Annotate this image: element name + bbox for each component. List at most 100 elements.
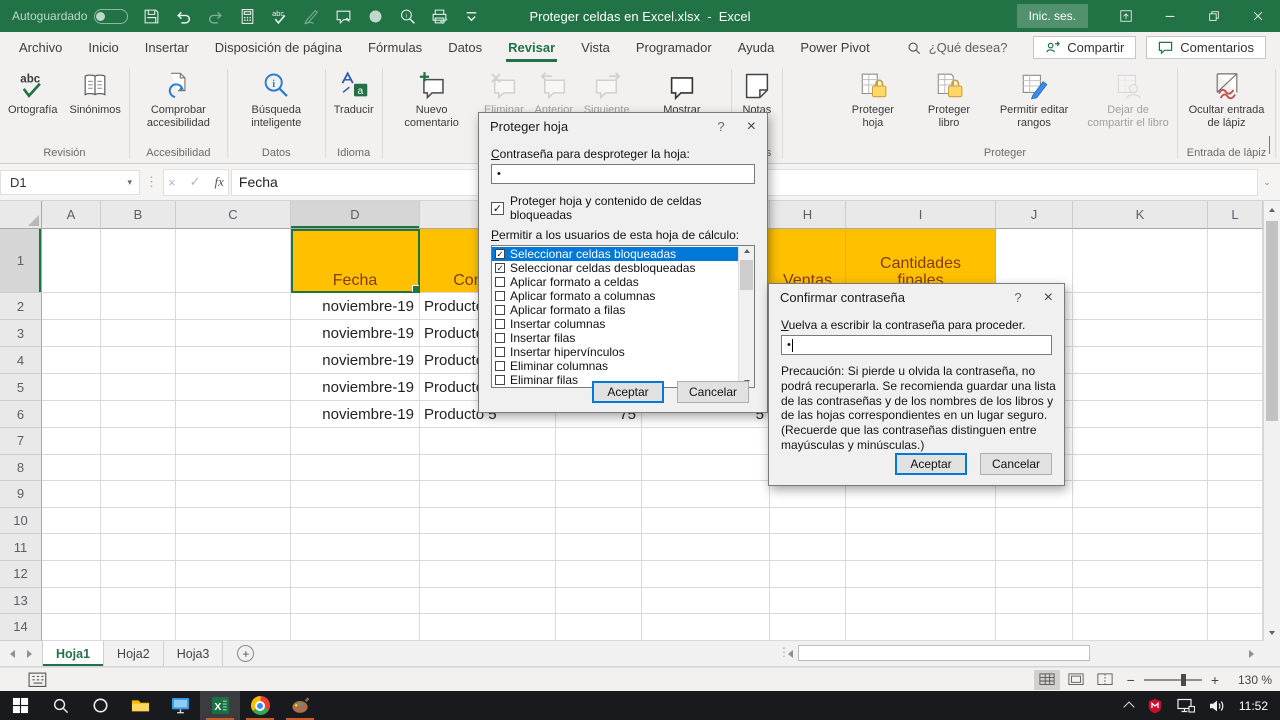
cell-e14[interactable]	[420, 614, 556, 641]
cell-f8[interactable]	[556, 455, 642, 482]
cell-d7[interactable]	[291, 428, 420, 455]
comment-cursor-icon[interactable]	[335, 8, 352, 25]
cell-c9[interactable]	[176, 481, 291, 508]
checkbox-unchecked-icon[interactable]	[495, 375, 505, 385]
cell-j14[interactable]	[996, 614, 1073, 641]
password-input[interactable]: •	[491, 164, 755, 184]
anterior-button[interactable]: Anterior	[529, 68, 578, 117]
cell-k9[interactable]	[1073, 481, 1208, 508]
record-circle-icon[interactable]	[367, 8, 384, 25]
cell-e9[interactable]	[420, 481, 556, 508]
cell-d12[interactable]	[291, 561, 420, 588]
cell-a3[interactable]	[42, 320, 101, 347]
cell-l14[interactable]	[1208, 614, 1263, 641]
list-scroll-up-icon[interactable]	[739, 249, 754, 253]
tab-programador[interactable]: Programador	[623, 34, 725, 62]
row-header-9[interactable]: 9	[0, 481, 42, 508]
row-header-1[interactable]: 1	[0, 229, 42, 293]
cell-k4[interactable]	[1073, 347, 1208, 374]
cell-l2[interactable]	[1208, 293, 1263, 320]
cell-a4[interactable]	[42, 347, 101, 374]
row-header-7[interactable]: 7	[0, 428, 42, 455]
row-header-6[interactable]: 6	[0, 401, 42, 428]
permitir-editar-rangos-button[interactable]: Permitir editar rangos	[987, 68, 1081, 130]
checkbox-checked-icon[interactable]: ✓	[495, 249, 505, 259]
help-icon[interactable]: ?	[1014, 290, 1021, 305]
cell-g9[interactable]	[642, 481, 770, 508]
scroll-down-icon[interactable]	[1264, 624, 1280, 641]
permission-option-aplicar-formato-a-filas[interactable]: Aplicar formato a filas	[492, 303, 738, 317]
cell-a8[interactable]	[42, 455, 101, 482]
cell-d1[interactable]: Fecha	[291, 229, 420, 293]
undo-icon[interactable]	[175, 8, 192, 25]
cell-g13[interactable]	[642, 588, 770, 615]
permission-option-insertar-filas[interactable]: Insertar filas	[492, 331, 738, 345]
permission-option-insertar-hipervinculos[interactable]: Insertar hipervínculos	[492, 345, 738, 359]
column-header-j[interactable]: J	[996, 201, 1073, 229]
cell-j11[interactable]	[996, 534, 1073, 561]
cell-a7[interactable]	[42, 428, 101, 455]
column-header-a[interactable]: A	[42, 201, 101, 229]
cell-c11[interactable]	[176, 534, 291, 561]
tab-inicio[interactable]: Inicio	[75, 34, 131, 62]
permission-option-insertar-columnas[interactable]: Insertar columnas	[492, 317, 738, 331]
cell-k7[interactable]	[1073, 428, 1208, 455]
cell-l11[interactable]	[1208, 534, 1263, 561]
dialog-title-bar[interactable]: Confirmar contraseña ? ×	[769, 284, 1064, 311]
cell-d10[interactable]	[291, 508, 420, 535]
permission-option-aplicar-formato-a-columnas[interactable]: Aplicar formato a columnas	[492, 289, 738, 303]
cell-d3[interactable]: noviembre-19	[291, 320, 420, 347]
cell-g8[interactable]	[642, 455, 770, 482]
cell-d5[interactable]: noviembre-19	[291, 374, 420, 401]
next-sheet-icon[interactable]	[27, 650, 32, 658]
cell-d8[interactable]	[291, 455, 420, 482]
cancel-entry-icon[interactable]: ×	[168, 175, 176, 190]
cell-d9[interactable]	[291, 481, 420, 508]
vertical-scrollbar[interactable]	[1263, 201, 1280, 641]
cell-e12[interactable]	[420, 561, 556, 588]
cell-f9[interactable]	[556, 481, 642, 508]
cell-b6[interactable]	[101, 401, 176, 428]
customize-qat-icon[interactable]	[463, 8, 480, 25]
cell-k10[interactable]	[1073, 508, 1208, 535]
row-header-8[interactable]: 8	[0, 455, 42, 482]
minimize-icon[interactable]	[1148, 0, 1192, 32]
comprobar-accesibilidad-button[interactable]: Comprobar accesibilidad	[132, 68, 225, 130]
horizontal-scroll-thumb[interactable]	[798, 645, 1090, 661]
cell-k3[interactable]	[1073, 320, 1208, 347]
nuevo-comentario-button[interactable]: Nuevo comentario	[385, 68, 479, 130]
zoom-level[interactable]: 130 %	[1228, 673, 1272, 687]
row-header-2[interactable]: 2	[0, 293, 42, 320]
cell-h10[interactable]	[770, 508, 846, 535]
tab-ayuda[interactable]: Ayuda	[725, 34, 788, 62]
cell-k5[interactable]	[1073, 374, 1208, 401]
ribbon-display-options-icon[interactable]	[1104, 0, 1148, 32]
cell-a1[interactable]	[42, 229, 101, 293]
zoom-in-icon[interactable]: +	[1211, 672, 1219, 688]
scroll-right-icon[interactable]	[1243, 645, 1259, 662]
vertical-scroll-thumb[interactable]	[1266, 221, 1278, 421]
sign-in-button[interactable]: Inic. ses.	[1017, 4, 1088, 28]
page-break-view-icon[interactable]	[1092, 670, 1118, 690]
dejar-de-compartir-el-libro-button[interactable]: Dejar de compartir el libro	[1081, 68, 1175, 130]
sheet-tab-hoja2[interactable]: Hoja2	[104, 641, 164, 666]
formula-bar-handle[interactable]: ⋮	[145, 174, 158, 190]
cell-i12[interactable]	[846, 561, 996, 588]
new-sheet-button[interactable]: +	[237, 645, 254, 662]
accept-button[interactable]: Aceptar	[895, 453, 967, 475]
password-input[interactable]: •	[781, 335, 1052, 355]
taskbar-excel-icon[interactable]: X	[200, 691, 240, 720]
column-header-i[interactable]: I	[846, 201, 996, 229]
cell-h11[interactable]	[770, 534, 846, 561]
cell-g14[interactable]	[642, 614, 770, 641]
permission-option-aplicar-formato-a-celdas[interactable]: Aplicar formato a celdas	[492, 275, 738, 289]
cell-j10[interactable]	[996, 508, 1073, 535]
cell-i14[interactable]	[846, 614, 996, 641]
cell-l8[interactable]	[1208, 455, 1263, 482]
cell-k1[interactable]	[1073, 229, 1208, 293]
checkbox-unchecked-icon[interactable]	[495, 305, 505, 315]
column-header-d[interactable]: D	[291, 201, 420, 229]
cell-b12[interactable]	[101, 561, 176, 588]
cell-b14[interactable]	[101, 614, 176, 641]
cell-k2[interactable]	[1073, 293, 1208, 320]
